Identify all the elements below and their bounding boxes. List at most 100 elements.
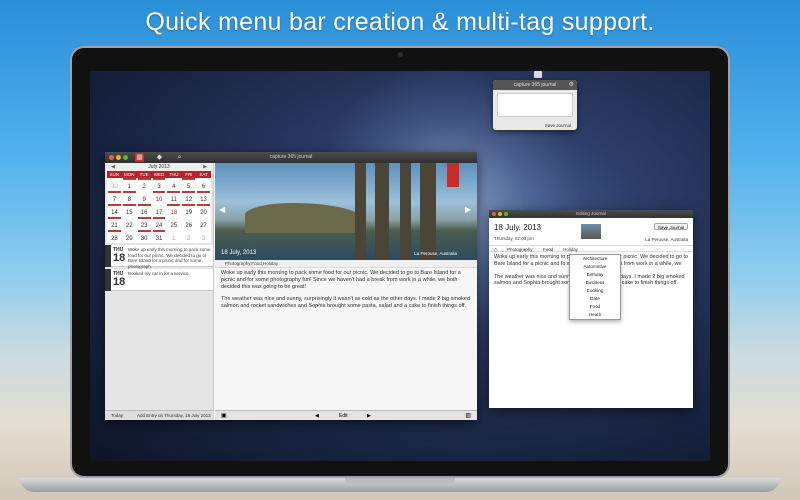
popup-save-button[interactable]: Save Journal — [545, 123, 571, 128]
entry-day: 18 — [113, 252, 126, 264]
entry-tags-text: Photography,Food,Holiday — [225, 261, 278, 266]
calendar-day[interactable]: 14 — [108, 204, 121, 217]
calendar-day[interactable]: 31 — [152, 230, 166, 243]
main-window-title: capture 365 journal — [269, 154, 313, 160]
weekday-row: SUN MON TUE WED THU FRI SAT — [107, 171, 211, 178]
calendar-day[interactable]: 7 — [108, 191, 121, 204]
calendar-day[interactable]: 22 — [123, 217, 136, 230]
photo-prev-icon[interactable]: ◀ — [219, 205, 225, 214]
trash-icon[interactable]: ▥ — [465, 411, 471, 421]
calendar-day[interactable]: 8 — [122, 191, 136, 204]
tag-option[interactable]: Cooking — [570, 287, 620, 295]
weekday-label: MON — [124, 172, 135, 177]
headline: Quick menu bar creation & multi-tag supp… — [145, 8, 655, 36]
calendar-day[interactable]: 30 — [137, 230, 151, 243]
menubar-app-icon[interactable] — [534, 71, 542, 78]
next-month-icon[interactable]: ▶ — [203, 163, 207, 171]
weekday-label: SAT — [199, 172, 208, 177]
tag-option[interactable]: Automotive — [570, 263, 620, 271]
calendar-day-selected[interactable]: 18 — [167, 204, 181, 217]
tag-option[interactable]: Architecture — [570, 255, 620, 263]
entry-paragraph: Woke up early this morning to pack some … — [221, 270, 461, 290]
weekday-label: TUE — [139, 172, 149, 177]
calendar-day[interactable]: 25 — [167, 217, 180, 230]
calendar-day[interactable]: 9 — [138, 191, 151, 204]
calendar-day[interactable]: 2 — [182, 230, 195, 243]
calendar-day[interactable]: 24 — [152, 217, 166, 230]
tag-option[interactable]: Heath — [570, 311, 620, 319]
calendar-day[interactable]: 23 — [137, 217, 151, 230]
calendar-day[interactable]: 3 — [197, 230, 210, 243]
calendar-day[interactable]: 21 — [108, 217, 121, 230]
prev-entry-button[interactable]: ◀ — [315, 411, 319, 421]
weekday-label: WED — [153, 172, 165, 177]
minimize-button[interactable] — [498, 212, 502, 216]
tag-chip[interactable]: Food — [543, 246, 553, 253]
photo-post — [400, 163, 411, 260]
popup-header: capture 365 journal ⚙ — [493, 80, 577, 90]
entry-item[interactable]: THU 18 Booked my car in for a service. — [105, 269, 213, 291]
entry-item[interactable]: THU 18 Woke up early this morning to pac… — [105, 245, 213, 269]
tag-option[interactable]: Birthday — [570, 271, 620, 279]
gear-icon[interactable]: ⚙ — [569, 80, 574, 90]
calendar-day[interactable]: 1 — [122, 178, 136, 191]
calendar-day[interactable]: 6 — [197, 178, 210, 191]
camera-icon[interactable]: ▣ — [221, 411, 227, 421]
popup-title: capture 365 journal — [513, 82, 557, 88]
menubar-popup: capture 365 journal ⚙ Save Journal — [493, 80, 577, 130]
entry-day: 18 — [113, 276, 126, 288]
editing-thumbnail[interactable] — [581, 224, 601, 239]
today-button[interactable]: Today — [111, 411, 123, 421]
calendar-day[interactable]: 10 — [152, 191, 166, 204]
calendar-day[interactable]: 26 — [182, 217, 195, 230]
calendar-day[interactable]: 27 — [197, 217, 210, 230]
popup-text-area[interactable] — [497, 93, 573, 117]
calendar-day[interactable]: 28 — [108, 230, 121, 243]
photo-cliff — [245, 203, 365, 233]
calendar-day[interactable]: 16 — [137, 204, 151, 217]
photo-location: La Perouse, Australia — [414, 251, 457, 256]
tag-option[interactable]: Business — [570, 279, 620, 287]
calendar-day[interactable]: 4 — [167, 178, 180, 191]
calendar-day[interactable]: 12 — [182, 191, 196, 204]
calendar-day[interactable]: 5 — [182, 178, 196, 191]
calendar-day[interactable]: 13 — [197, 191, 210, 204]
bookmark-icon[interactable] — [447, 163, 459, 187]
calendar-day[interactable]: 17 — [153, 204, 166, 217]
calendar-header: ◀ July 2013 ▶ — [105, 163, 213, 171]
calendar-day[interactable]: 29 — [123, 230, 136, 243]
camera — [398, 52, 403, 57]
entry-photo[interactable]: ◀ ▶ 18 July, 2013 La Perouse, Australia — [215, 163, 477, 260]
entry-body: Woke up early this morning to pack some … — [221, 270, 471, 316]
weekday-label: FRI — [185, 172, 193, 177]
edit-button[interactable]: Edit — [339, 411, 348, 421]
weekday-label: SUN — [109, 172, 120, 177]
photo-next-icon[interactable]: ▶ — [465, 205, 471, 214]
calendar-day[interactable]: 2 — [137, 178, 151, 191]
tag-option[interactable]: Date — [570, 295, 620, 303]
tag-chip[interactable]: Photography — [507, 246, 533, 253]
zoom-button[interactable] — [504, 212, 508, 216]
tag-chip[interactable]: Holiday — [563, 246, 578, 253]
calendar-day[interactable]: 3 — [152, 178, 166, 191]
prev-month-icon[interactable]: ◀ — [111, 163, 115, 171]
entry-tag-strip — [105, 269, 111, 291]
editing-date: 18 July, 2013 — [494, 223, 541, 232]
calendar-day[interactable]: 19 — [182, 204, 196, 217]
entry-tag-strip — [105, 245, 111, 267]
main-bottom-bar: ▣ ◀ Edit ▶ ▥ — [215, 410, 477, 420]
main-window: ▦ ◆ ⌕ capture 365 journal ◀ July 2013 ▶ … — [105, 152, 477, 420]
calendar-day[interactable]: 30 — [108, 178, 121, 191]
tag-dropdown: Architecture Automotive Birthday Busines… — [569, 254, 621, 320]
next-entry-button[interactable]: ▶ — [367, 411, 371, 421]
tag-option[interactable]: Food — [570, 303, 620, 311]
photo-post — [420, 163, 436, 260]
calendar-day[interactable]: 11 — [167, 191, 181, 204]
calendar-day[interactable]: 15 — [122, 204, 136, 217]
save-journal-button[interactable]: Save Journal — [654, 223, 688, 230]
calendar-day[interactable]: 20 — [197, 204, 210, 217]
add-entry-button[interactable]: Add Entry on Thursday, 18 July 2013 — [137, 411, 211, 421]
calendar-day[interactable]: 1 — [167, 230, 180, 243]
left-bottom-bar: Today Add Entry on Thursday, 18 July 201… — [105, 410, 214, 420]
close-button[interactable] — [492, 212, 496, 216]
